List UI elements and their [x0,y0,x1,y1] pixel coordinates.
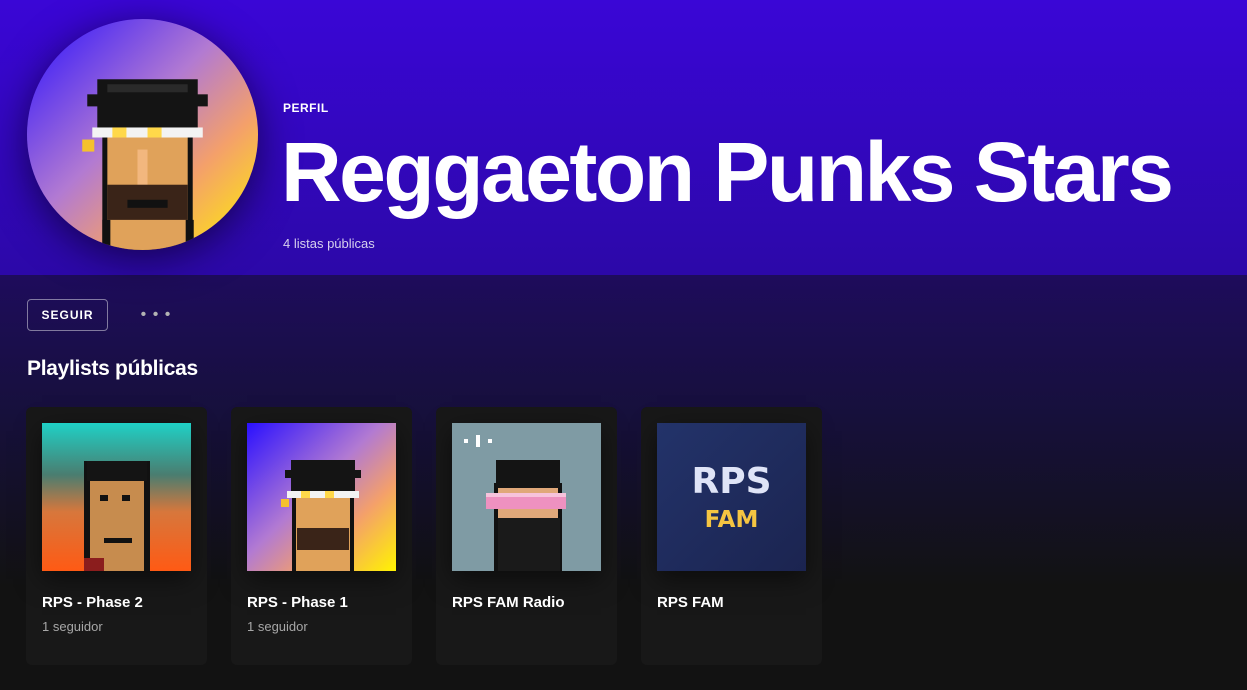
playlist-card[interactable]: RPS FAM RPS FAM [641,407,822,665]
playlist-title[interactable]: RPS FAM [657,594,724,611]
profile-title: Reggaeton Punks Stars [281,125,1174,219]
playlist-cover [452,423,601,571]
playlist-card[interactable]: RPS - Phase 1 1 seguidor [231,407,412,665]
playlist-cover [42,423,191,571]
section-title[interactable]: Playlists públicas [27,357,198,381]
playlist-followers: 1 seguidor [247,619,308,634]
playlist-followers: 1 seguidor [42,619,103,634]
punk-cover-image [452,423,601,571]
playlist-title[interactable]: RPS - Phase 1 [247,594,348,611]
more-options-icon[interactable]: • • • [136,302,176,328]
playlist-card[interactable]: RPS - Phase 2 1 seguidor [26,407,207,665]
radio-logo-icon [464,439,468,443]
playlist-title[interactable]: RPS - Phase 2 [42,594,143,611]
follow-button[interactable]: SEGUIR [27,299,108,331]
punk-avatar-image [27,19,258,250]
punk-cover-image [42,423,191,571]
profile-avatar[interactable] [27,19,258,250]
playlist-card[interactable]: RPS FAM Radio [436,407,617,665]
playlist-title[interactable]: RPS FAM Radio [452,594,565,611]
playlist-cover: RPS FAM [657,423,806,571]
cover-text-fam: FAM [705,507,759,533]
playlist-cover [247,423,396,571]
rps-fam-cover: RPS FAM [657,423,806,571]
public-playlists-count: 4 listas públicas [283,236,375,251]
punk-cover-image [247,423,396,571]
profile-type-label: PERFIL [283,101,329,115]
cover-text-rps: RPS [691,461,771,502]
